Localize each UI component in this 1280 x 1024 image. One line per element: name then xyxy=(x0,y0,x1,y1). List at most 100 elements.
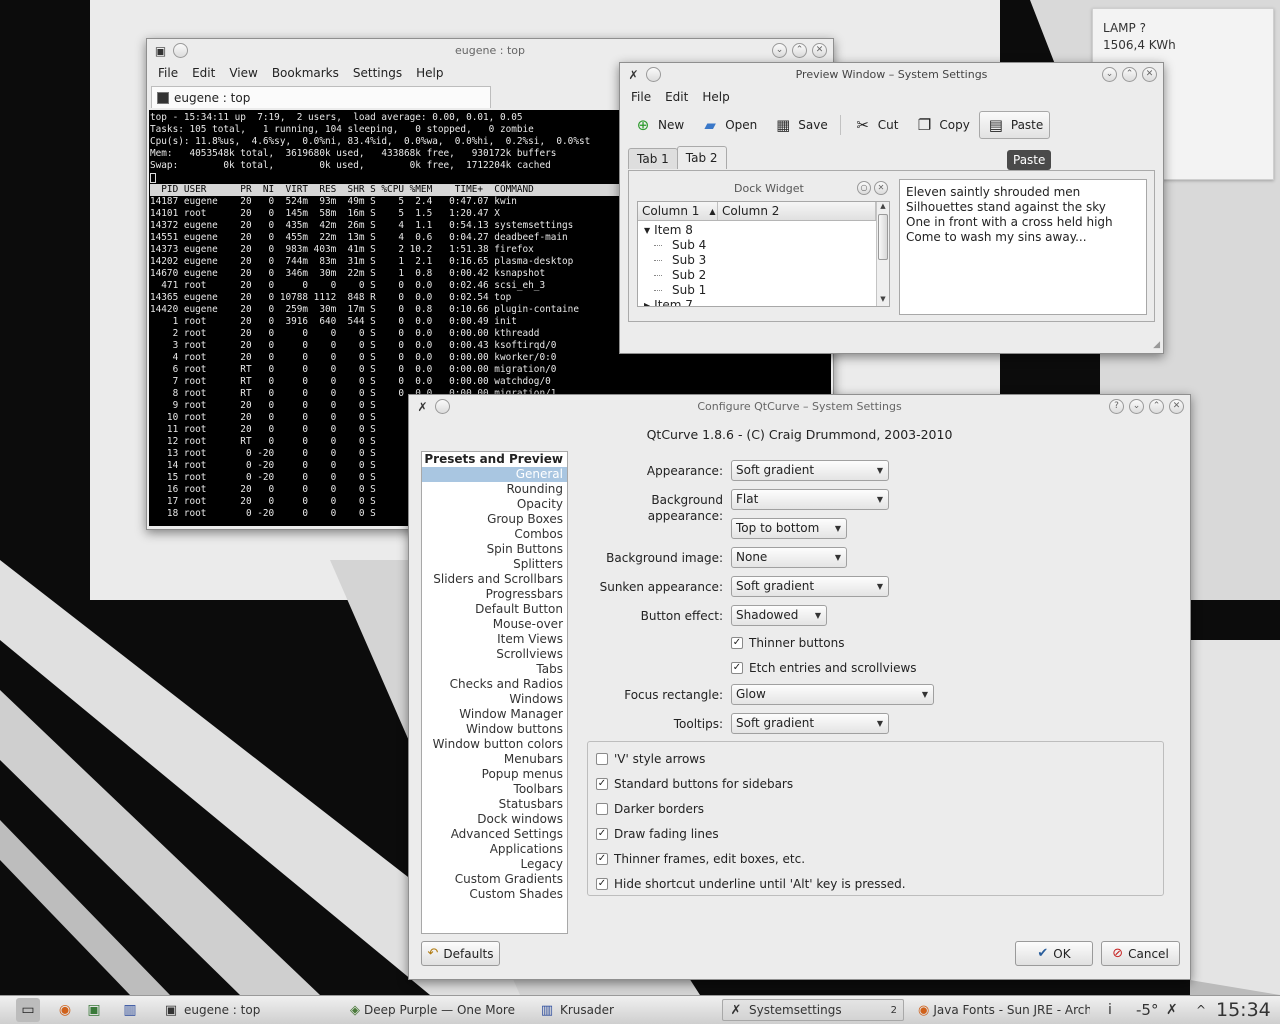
close-button[interactable]: ✕ xyxy=(1169,399,1184,414)
category-item[interactable]: Toolbars xyxy=(422,782,567,797)
tools-icon[interactable]: ✗ xyxy=(415,399,430,414)
etch-entries-checkbox[interactable]: ✓ Etch entries and scrollviews xyxy=(731,661,917,675)
tree-item[interactable]: Sub 4 xyxy=(638,238,889,253)
tree-scrollbar[interactable]: ▲ ▼ xyxy=(876,202,889,306)
maximize-button[interactable]: ⌃ xyxy=(1149,399,1164,414)
tools-icon[interactable]: ✗ xyxy=(626,67,641,82)
category-item[interactable]: Rounding xyxy=(422,482,567,497)
category-item[interactable]: Checks and Radios xyxy=(422,677,567,692)
task-terminal[interactable]: ▣ eugene : top xyxy=(158,999,338,1021)
category-item[interactable]: Custom Shades xyxy=(422,887,567,902)
tab-1[interactable]: Tab 1 xyxy=(628,148,678,169)
menu-help[interactable]: Help xyxy=(409,66,450,80)
paste-button[interactable]: ▤ Paste xyxy=(978,111,1051,139)
dock-float-button[interactable]: ○ xyxy=(857,181,871,195)
focus-rectangle-combo[interactable]: Glow ▼ xyxy=(731,684,934,705)
chevron-up-icon[interactable]: ^ xyxy=(1196,998,1206,1022)
category-item[interactable]: Dock windows xyxy=(422,812,567,827)
window-menu-button[interactable] xyxy=(173,43,188,58)
text-edit[interactable]: Eleven saintly shrouded men Silhouettes … xyxy=(899,179,1147,315)
task-krusader[interactable]: ▥ Krusader xyxy=(534,999,714,1021)
category-item[interactable]: Spin Buttons xyxy=(422,542,567,557)
category-item[interactable]: Tabs xyxy=(422,662,567,677)
category-item[interactable]: Legacy xyxy=(422,857,567,872)
tree-item[interactable]: Sub 1 xyxy=(638,283,889,298)
window-menu-button[interactable] xyxy=(435,399,450,414)
new-button[interactable]: ⊕ New xyxy=(626,111,691,139)
category-item[interactable]: Custom Gradients xyxy=(422,872,567,887)
terminal-titlebar[interactable]: ▣ eugene : top ⌄ ⌃ ✕ xyxy=(147,39,833,62)
tree-item[interactable]: Sub 2 xyxy=(638,268,889,283)
minimize-button[interactable]: ⌄ xyxy=(1129,399,1144,414)
clock[interactable]: 15:34 xyxy=(1216,996,1271,1024)
terminal-launcher-icon[interactable]: ▣ xyxy=(82,998,106,1022)
temperature-readout[interactable]: -5° xyxy=(1136,998,1158,1022)
menu-help[interactable]: Help xyxy=(695,90,736,104)
ok-button[interactable]: ✔ OK xyxy=(1015,941,1093,966)
option-checkbox[interactable]: ✓ Standard buttons for sidebars xyxy=(596,777,793,791)
firefox-launcher-icon[interactable]: ◉ xyxy=(53,998,77,1022)
close-button[interactable]: ✕ xyxy=(1142,67,1157,82)
save-button[interactable]: ▦ Save xyxy=(766,111,834,139)
tab-2[interactable]: Tab 2 xyxy=(676,146,727,169)
option-checkbox[interactable]: ✓ Draw fading lines xyxy=(596,827,719,841)
minimize-button[interactable]: ⌄ xyxy=(772,43,787,58)
info-icon[interactable]: i xyxy=(1108,998,1112,1022)
category-item[interactable]: Window Manager xyxy=(422,707,567,722)
cut-button[interactable]: ✂ Cut xyxy=(846,111,906,139)
category-item[interactable]: Group Boxes xyxy=(422,512,567,527)
window-menu-button[interactable] xyxy=(646,67,661,82)
terminal-icon[interactable]: ▣ xyxy=(153,43,168,58)
tooltips-combo[interactable]: Soft gradient ▼ xyxy=(731,713,889,734)
option-checkbox[interactable]: 'V' style arrows xyxy=(596,752,705,766)
category-item[interactable]: Scrollviews xyxy=(422,647,567,662)
scroll-down-arrow-icon[interactable]: ▼ xyxy=(877,295,889,306)
task-firefox[interactable]: ◉ Java Fonts - Sun JRE - ArchW xyxy=(914,999,1090,1021)
thinner-buttons-checkbox[interactable]: ✓ Thinner buttons xyxy=(731,636,844,650)
settings-category-list[interactable]: Presets and Preview General Rounding Opaci… xyxy=(421,451,568,934)
tree-item[interactable]: ▼ Item 8 xyxy=(638,223,889,238)
menu-edit[interactable]: Edit xyxy=(185,66,222,80)
background-appearance-combo[interactable]: Flat ▼ xyxy=(731,489,889,510)
open-button[interactable]: ▰ Open xyxy=(693,111,764,139)
menu-settings[interactable]: Settings xyxy=(346,66,409,80)
category-item[interactable]: Splitters xyxy=(422,557,567,572)
category-item[interactable]: Combos xyxy=(422,527,567,542)
config-titlebar[interactable]: ✗ Configure QtCurve – System Settings ? … xyxy=(409,395,1190,418)
menu-file[interactable]: File xyxy=(624,90,658,104)
terminal-tab[interactable]: eugene : top xyxy=(151,86,491,108)
column-2-header[interactable]: Column 2 xyxy=(718,202,876,220)
menu-file[interactable]: File xyxy=(151,66,185,80)
column-1-header[interactable]: Column 1 ▲ xyxy=(638,202,718,220)
menu-bookmarks[interactable]: Bookmarks xyxy=(265,66,346,80)
preview-window[interactable]: ✗ Preview Window – System Settings ⌄ ⌃ ✕… xyxy=(619,62,1164,354)
tools-tray-icon[interactable]: ✗ xyxy=(1166,998,1178,1022)
option-checkbox[interactable]: Darker borders xyxy=(596,802,704,816)
category-item[interactable]: Advanced Settings xyxy=(422,827,567,842)
category-item[interactable]: Default Button xyxy=(422,602,567,617)
category-item[interactable]: Window button colors xyxy=(422,737,567,752)
category-item[interactable]: Opacity xyxy=(422,497,567,512)
help-button[interactable]: ? xyxy=(1109,399,1124,414)
maximize-button[interactable]: ⌃ xyxy=(1122,67,1137,82)
dock-close-button[interactable]: ✕ xyxy=(874,181,888,195)
category-item[interactable]: Windows xyxy=(422,692,567,707)
category-item[interactable]: Popup menus xyxy=(422,767,567,782)
task-music-player[interactable]: ◈ Deep Purple — One More R xyxy=(346,999,518,1021)
scroll-up-arrow-icon[interactable]: ▲ xyxy=(877,202,889,213)
resize-grip-icon[interactable]: ◢ xyxy=(1153,340,1160,350)
tree-item[interactable]: ▶ Item 7 xyxy=(638,298,889,306)
category-item[interactable]: Window buttons xyxy=(422,722,567,737)
appearance-combo[interactable]: Soft gradient ▼ xyxy=(731,460,889,481)
category-item[interactable]: Mouse-over xyxy=(422,617,567,632)
category-item[interactable]: Progressbars xyxy=(422,587,567,602)
application-launcher-icon[interactable]: ▭ xyxy=(16,998,40,1022)
menu-edit[interactable]: Edit xyxy=(658,90,695,104)
option-checkbox[interactable]: ✓ Hide shortcut underline until 'Alt' key… xyxy=(596,877,906,891)
category-item[interactable]: General xyxy=(422,467,567,482)
background-direction-combo[interactable]: Top to bottom ▼ xyxy=(731,518,847,539)
tree-item[interactable]: Sub 3 xyxy=(638,253,889,268)
category-item[interactable]: Sliders and Scrollbars xyxy=(422,572,567,587)
preview-titlebar[interactable]: ✗ Preview Window – System Settings ⌄ ⌃ ✕ xyxy=(620,63,1163,86)
maximize-button[interactable]: ⌃ xyxy=(792,43,807,58)
